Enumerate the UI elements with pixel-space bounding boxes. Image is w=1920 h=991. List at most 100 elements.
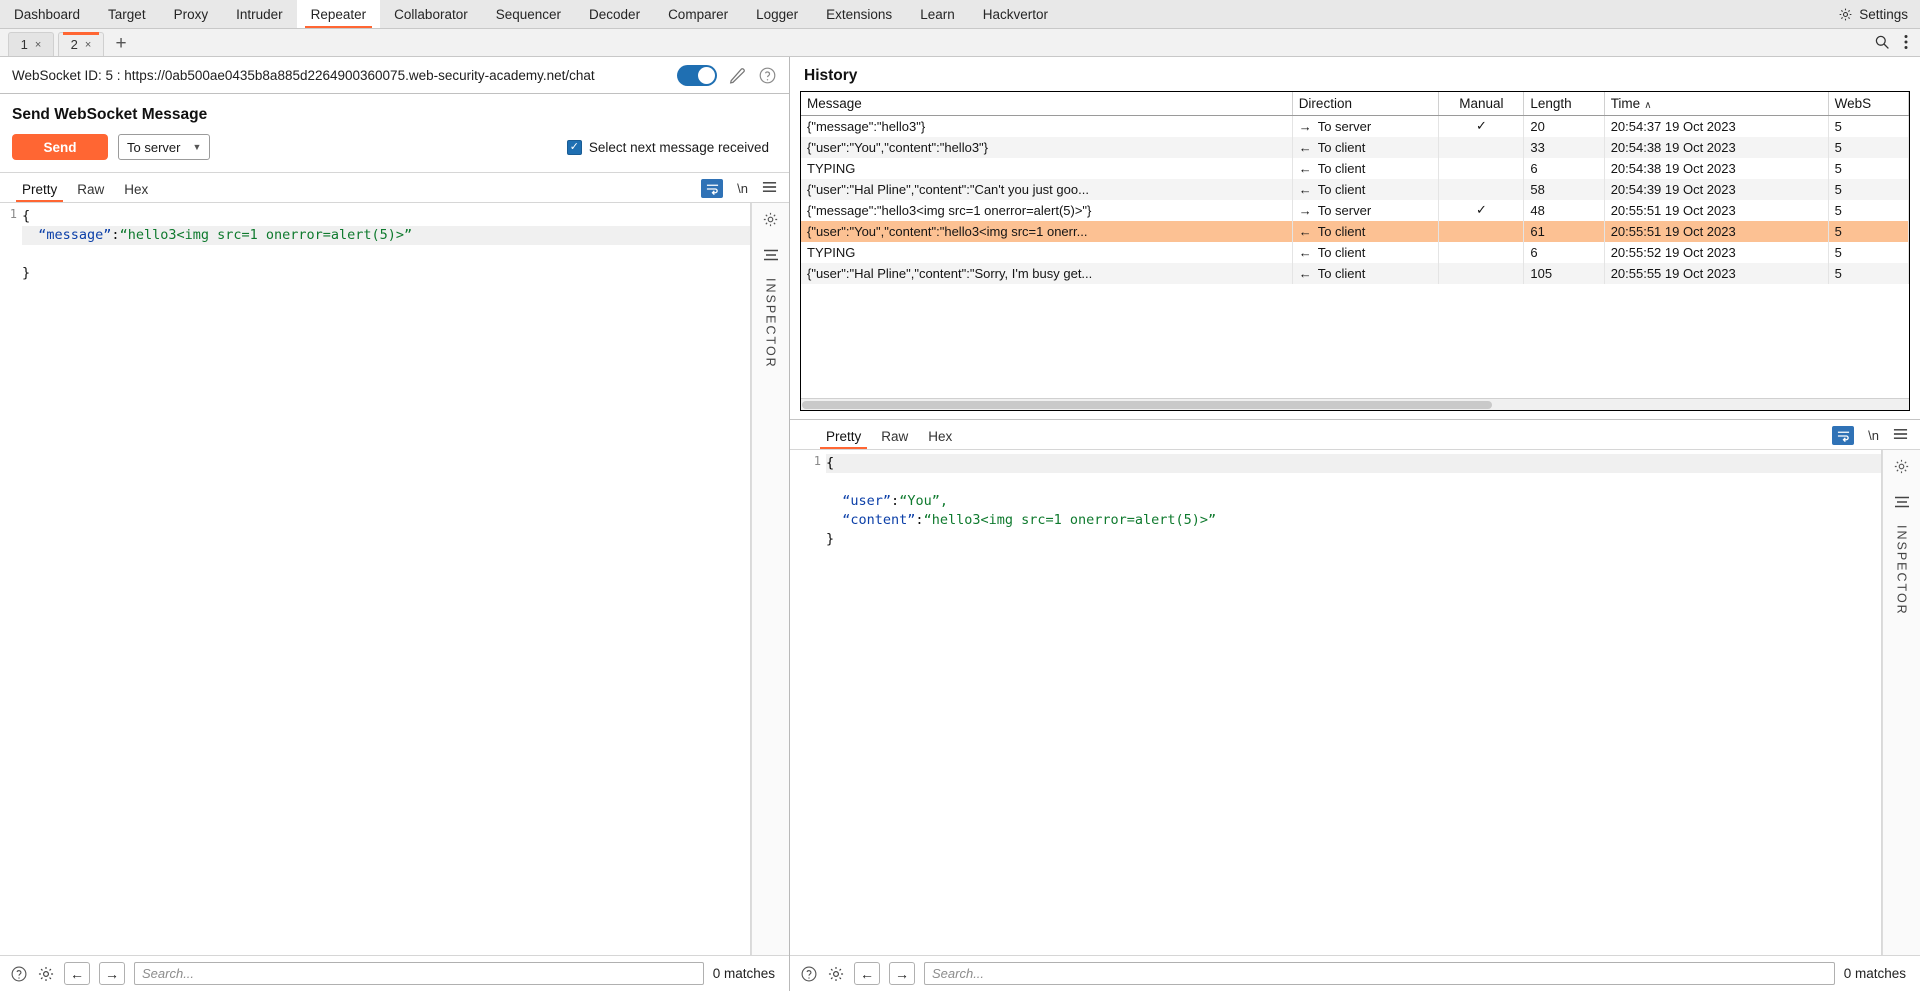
request-inspector-rail[interactable]: INSPECTOR: [751, 203, 789, 955]
search-icon[interactable]: [1874, 34, 1890, 53]
history-row[interactable]: {"message":"hello3<img src=1 onerror=ale…: [801, 199, 1909, 221]
websocket-url-bar: WebSocket ID: 5 : https://0ab500ae0435b8…: [0, 57, 789, 94]
response-search-help-icon[interactable]: [800, 965, 818, 983]
response-inspector-collapse-icon[interactable]: [1894, 496, 1910, 511]
repeater-tab-1[interactable]: 1 ×: [8, 32, 54, 56]
request-code-line-3: }: [22, 265, 31, 281]
main-tab-target[interactable]: Target: [94, 0, 160, 28]
close-icon[interactable]: ×: [85, 39, 91, 51]
more-options-icon[interactable]: [1904, 34, 1908, 53]
repeater-tab-list: 1 × 2 ×: [8, 32, 108, 56]
show-newlines-button[interactable]: \n: [737, 181, 748, 196]
request-format-tab-pretty[interactable]: Pretty: [12, 182, 67, 202]
settings-button[interactable]: Settings: [1838, 0, 1920, 28]
history-col-time[interactable]: Time ∧: [1604, 92, 1829, 116]
history-row[interactable]: {"user":"You","content":"hello3<img src=…: [801, 220, 1909, 242]
main-tab-proxy[interactable]: Proxy: [160, 0, 223, 28]
main-tab-sequencer[interactable]: Sequencer: [482, 0, 575, 28]
response-code-content[interactable]: { “user”:“You”, “content”:“hello3<img sr…: [826, 450, 1881, 955]
main-tab-collaborator[interactable]: Collaborator: [380, 0, 482, 28]
search-help-icon[interactable]: [10, 965, 28, 983]
response-format-tabs: Pretty Raw Hex: [802, 429, 962, 449]
select-next-message-control[interactable]: ✓ Select next message received: [566, 139, 777, 155]
history-cell-direction: → To server: [1292, 199, 1440, 221]
history-cell-manual: [1438, 220, 1525, 242]
select-next-message-checkbox[interactable]: ✓: [566, 139, 582, 155]
response-inspector-gear-icon[interactable]: [1893, 458, 1910, 478]
close-icon[interactable]: ×: [35, 39, 41, 51]
history-pane: History Message Direction Manual Length …: [790, 57, 1920, 991]
scrollbar-thumb[interactable]: [802, 401, 1492, 409]
response-word-wrap-icon[interactable]: [1832, 426, 1855, 445]
help-icon[interactable]: [758, 66, 777, 85]
history-cell-direction: → To server: [1292, 115, 1440, 137]
websocket-enable-toggle[interactable]: [677, 64, 717, 86]
history-col-manual[interactable]: Manual: [1438, 92, 1525, 116]
history-cell-manual: [1438, 157, 1525, 179]
history-empty-area: [801, 283, 1909, 398]
response-inspector-rail[interactable]: INSPECTOR: [1882, 450, 1920, 955]
main-tab-decoder[interactable]: Decoder: [575, 0, 654, 28]
main-tab-intruder[interactable]: Intruder: [222, 0, 297, 28]
editor-menu-icon[interactable]: [762, 181, 777, 196]
response-search-prev-button[interactable]: ←: [854, 962, 880, 985]
history-col-message[interactable]: Message: [801, 92, 1293, 116]
search-prev-button[interactable]: ←: [64, 962, 90, 985]
main-tab-dashboard[interactable]: Dashboard: [0, 0, 94, 28]
main-tab-comparer[interactable]: Comparer: [654, 0, 742, 28]
response-format-tab-pretty[interactable]: Pretty: [816, 429, 871, 449]
history-cell-time: 20:55:51 19 Oct 2023: [1604, 199, 1829, 221]
main-tab-repeater[interactable]: Repeater: [296, 0, 381, 28]
history-cell-manual: [1438, 178, 1525, 200]
repeater-tab-label: 1: [20, 37, 28, 52]
history-horizontal-scrollbar[interactable]: [801, 398, 1909, 410]
response-format-tab-raw[interactable]: Raw: [871, 429, 918, 449]
word-wrap-icon[interactable]: [701, 179, 724, 198]
history-cell-message: TYPING: [801, 241, 1293, 263]
history-cell-message: {"user":"You","content":"hello3<img src=…: [801, 220, 1293, 242]
main-tab-hackvertor[interactable]: Hackvertor: [969, 0, 1062, 28]
history-row[interactable]: {"message":"hello3"} → To server ✓ 20 20:54:3…: [801, 115, 1909, 137]
inspector-collapse-icon[interactable]: [763, 249, 779, 264]
response-show-newlines-button[interactable]: \n: [1868, 428, 1879, 443]
response-format-tab-hex[interactable]: Hex: [918, 429, 962, 449]
history-row[interactable]: {"user":"Hal Pline","content":"Can't you…: [801, 178, 1909, 200]
response-json-colon-2: :: [915, 512, 924, 528]
response-search-settings-gear-icon[interactable]: [827, 965, 845, 983]
history-col-websocket[interactable]: WebS: [1828, 92, 1909, 116]
response-search-input[interactable]: [924, 962, 1835, 985]
add-repeater-tab-button[interactable]: +: [108, 32, 134, 56]
response-search-next-button[interactable]: →: [889, 962, 915, 985]
send-button[interactable]: Send: [12, 134, 108, 160]
response-line-number: 1: [813, 454, 821, 468]
direction-text: To client: [1317, 223, 1366, 239]
response-code-line-4: }: [826, 531, 835, 547]
inspector-gear-icon[interactable]: [762, 211, 779, 231]
request-format-tab-raw[interactable]: Raw: [67, 182, 114, 202]
request-code-editor[interactable]: 1 { “message”:“hello3<img src=1 onerror=…: [0, 203, 751, 955]
main-tab-logger[interactable]: Logger: [742, 0, 812, 28]
response-search-bar: ← → 0 matches: [790, 955, 1920, 991]
history-cell-websocket: 5: [1828, 178, 1909, 200]
repeater-tab-2[interactable]: 2 ×: [58, 32, 104, 56]
history-col-direction[interactable]: Direction: [1292, 92, 1440, 116]
history-row[interactable]: TYPING ← To client 6 20:54:38 19 Oct 2023 5: [801, 157, 1909, 179]
direction-text: To client: [1317, 160, 1366, 176]
history-row[interactable]: {"user":"Hal Pline","content":"Sorry, I'…: [801, 262, 1909, 284]
response-code-editor[interactable]: 1 { “user”:“You”, “content”:“hello3<img …: [804, 450, 1882, 955]
history-col-time-label: Time: [1610, 96, 1641, 111]
request-search-input[interactable]: [134, 962, 704, 985]
main-tab-learn[interactable]: Learn: [906, 0, 969, 28]
history-col-length[interactable]: Length: [1523, 92, 1605, 116]
history-cell-time: 20:54:37 19 Oct 2023: [1604, 115, 1829, 137]
history-row[interactable]: {"user":"You","content":"hello3"} ← To cli…: [801, 136, 1909, 158]
search-settings-gear-icon[interactable]: [37, 965, 55, 983]
history-row[interactable]: TYPING ← To client 6 20:55:52 19 Oct 2023 5: [801, 241, 1909, 263]
edit-pencil-icon[interactable]: [728, 66, 747, 85]
direction-select[interactable]: To server ▼: [118, 134, 211, 160]
main-tab-extensions[interactable]: Extensions: [812, 0, 906, 28]
request-code-content[interactable]: { “message”:“hello3<img src=1 onerror=al…: [22, 203, 750, 955]
search-next-button[interactable]: →: [99, 962, 125, 985]
response-editor-menu-icon[interactable]: [1893, 428, 1908, 443]
request-format-tab-hex[interactable]: Hex: [114, 182, 158, 202]
